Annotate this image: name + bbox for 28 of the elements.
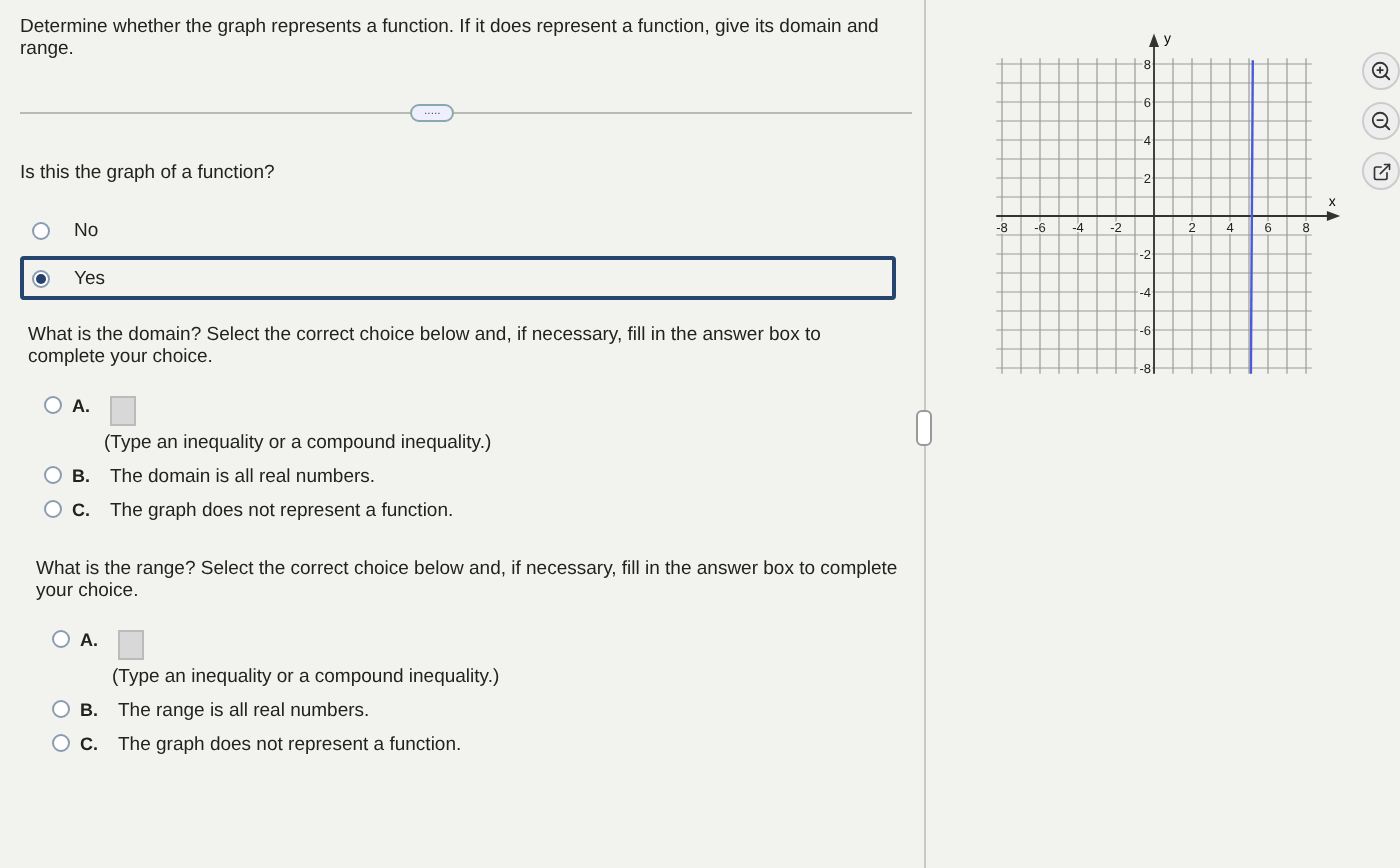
question-text: What is the range? Select the correct choice below and, if necessary, fill in the answer box to complete your choice. (36, 558, 900, 602)
radio-button[interactable] (52, 734, 70, 752)
radio-button[interactable] (44, 500, 62, 518)
choice-letter: C. (80, 734, 100, 754)
choice-letter: A. (72, 396, 92, 416)
answer-option[interactable]: No (20, 208, 897, 252)
choice-text: The graph does not represent a function. (110, 500, 454, 522)
question-text: Is this the graph of a function? (20, 162, 277, 184)
choice-text: The range is all real numbers. (118, 700, 370, 722)
instructions-text: Determine whether the graph represents a function. If it does represent a function, give its domain and range. (20, 16, 881, 60)
choice-letter: B. (80, 700, 100, 720)
choice-letter: A. (80, 630, 100, 650)
radio-button[interactable] (44, 396, 62, 414)
radio-button[interactable] (44, 466, 62, 484)
answer-hint: (Type an inequality or a compound inequality.) (104, 432, 494, 454)
zoom-out-icon[interactable] (1362, 102, 1400, 140)
answer-option[interactable]: Yes (20, 256, 897, 300)
choice-letter: B. (72, 466, 92, 486)
external-link-icon[interactable] (1362, 152, 1400, 190)
resize-handle[interactable] (916, 410, 933, 446)
radio-button[interactable] (52, 630, 70, 648)
radio-button[interactable] (52, 700, 70, 718)
choice-letter: C. (72, 500, 92, 520)
zoom-in-icon[interactable] (1362, 52, 1400, 90)
answer-hint: (Type an inequality or a compound inequality.) (112, 666, 502, 688)
question-text: What is the domain? Select the correct choice below and, if necessary, fill in the answer box to complete your choice. (28, 324, 823, 368)
choice-text: The graph does not represent a function. (118, 734, 462, 756)
choice-text: The domain is all real numbers. (110, 466, 376, 488)
